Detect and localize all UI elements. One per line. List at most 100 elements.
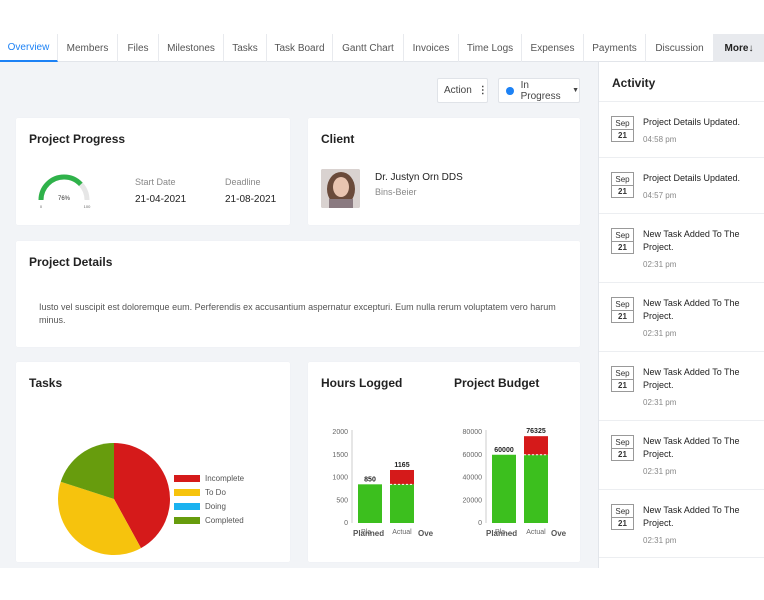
action-button[interactable]: Action ⋮ [437, 78, 488, 103]
legend-item-incomplete: Incomplete [174, 471, 244, 485]
activity-item[interactable]: Sep 21 New Task Added To The Project. 02:… [599, 282, 764, 351]
client-avatar [321, 169, 360, 208]
x-tick-label: Actual [392, 529, 412, 536]
project-tabs: Overview Members Files Milestones Tasks … [0, 34, 764, 62]
tab-time-logs[interactable]: Time Logs [459, 34, 522, 62]
legend-swatch [174, 474, 200, 482]
tab-overview[interactable]: Overview [0, 34, 58, 62]
legend-item-to-do: To Do [174, 485, 244, 499]
gauge-max-label: 100 [84, 204, 91, 209]
tasks-card: Tasks Incomplete To Do Doing Completed [16, 362, 290, 562]
y-tick-label: 40000 [463, 475, 483, 482]
calendar-date-icon: Sep 21 [611, 366, 634, 392]
activity-sidebar: Activity Sep 21 Project Details Updated. … [598, 62, 764, 568]
deadline-label: Deadline [225, 177, 261, 187]
activity-item[interactable]: Sep 21 Project Details Updated. 04:57 pm [599, 157, 764, 213]
hours-logged-chart: 2000150010005000850Pla ...1165Actual [332, 429, 414, 536]
main-content: Action ⋮ In Progress ▼ Project Progress … [0, 62, 598, 568]
client-title: Client [321, 132, 355, 146]
project-progress-title: Project Progress [29, 132, 126, 146]
hours-footer-overrun: Ove [418, 529, 434, 538]
calendar-date-icon: Sep 21 [611, 297, 634, 323]
status-dot-icon [506, 86, 514, 95]
more-vertical-icon: ⋮ [477, 84, 488, 96]
status-dropdown[interactable]: In Progress ▼ [498, 78, 580, 103]
tab-expenses[interactable]: Expenses [522, 34, 584, 62]
legend-item-completed: Completed [174, 513, 244, 527]
legend-swatch [174, 488, 200, 496]
project-budget-chart: 80000600004000020000060000Pla ...76325Ac… [463, 428, 548, 536]
caret-down-icon: ▼ [572, 87, 579, 94]
legend-swatch [174, 516, 200, 524]
status-label: In Progress [520, 79, 561, 102]
tasks-title: Tasks [29, 376, 63, 390]
activity-text: New Task Added To The Project. [643, 436, 740, 459]
budget-footer-planned: Planned [486, 529, 518, 538]
tab-payments[interactable]: Payments [584, 34, 646, 62]
activity-title: Activity [612, 76, 656, 90]
tab-more[interactable]: More↓ [714, 34, 764, 62]
legend-label: Completed [205, 515, 244, 525]
activity-item[interactable]: Sep 21 Project Details Updated. 04:58 pm [599, 101, 764, 157]
y-tick-label: 1500 [332, 452, 348, 459]
bar-planned[interactable] [492, 454, 516, 523]
activity-item[interactable]: Sep 21 New Task Added To The Project. 02:… [599, 213, 764, 282]
activity-time: 04:58 pm [643, 135, 677, 144]
x-tick-label: Actual [526, 529, 546, 536]
tab-invoices[interactable]: Invoices [404, 34, 459, 62]
bar-overrun[interactable] [524, 436, 548, 455]
budget-footer-overrun: Ove [551, 529, 567, 538]
activity-time: 02:31 pm [643, 467, 677, 476]
tab-files[interactable]: Files [118, 34, 159, 62]
legend-label: Incomplete [205, 473, 245, 483]
activity-time: 02:31 pm [643, 398, 677, 407]
action-label: Action [444, 85, 472, 96]
project-details-title: Project Details [29, 255, 113, 269]
project-budget-title: Project Budget [454, 376, 540, 390]
activity-time: 02:31 pm [643, 260, 677, 269]
deadline-value: 21-08-2021 [225, 194, 277, 205]
activity-time: 02:31 pm [643, 536, 677, 545]
bar-value-label: 850 [364, 476, 376, 483]
y-tick-label: 80000 [463, 429, 483, 436]
activity-text: Project Details Updated. [643, 173, 741, 183]
bar-overrun[interactable] [390, 469, 414, 485]
gauge-min-label: 0 [40, 204, 43, 209]
tasks-pie-chart [58, 443, 170, 555]
y-tick-label: 500 [336, 497, 348, 504]
progress-gauge: 76% 0 100 [38, 174, 91, 209]
calendar-date-icon: Sep 21 [611, 172, 634, 198]
bar-actual[interactable] [390, 484, 414, 523]
y-tick-label: 0 [344, 520, 348, 527]
hours-logged-title: Hours Logged [321, 376, 403, 390]
activity-text: Project Details Updated. [643, 117, 741, 127]
y-tick-label: 60000 [463, 452, 483, 459]
bar-planned[interactable] [358, 484, 382, 523]
tab-task-board[interactable]: Task Board [267, 34, 333, 62]
activity-time: 04:57 pm [643, 191, 677, 200]
start-date-value: 21-04-2021 [135, 194, 187, 205]
tab-members[interactable]: Members [58, 34, 118, 62]
start-date-label: Start Date [135, 177, 176, 187]
client-name[interactable]: Dr. Justyn Orn DDS [375, 172, 463, 183]
avatar-photo-icon [321, 169, 360, 208]
tab-discussion[interactable]: Discussion [646, 34, 714, 62]
tab-milestones[interactable]: Milestones [159, 34, 224, 62]
tab-gantt-chart[interactable]: Gantt Chart [333, 34, 404, 62]
y-tick-label: 2000 [332, 429, 348, 436]
activity-text: New Task Added To The Project. [643, 298, 740, 321]
bar-value-label: 76325 [526, 428, 546, 435]
activity-text: New Task Added To The Project. [643, 229, 740, 252]
activity-item[interactable]: Sep 21 New Task Added To The Project. 02:… [599, 489, 764, 558]
activity-item[interactable]: Sep 21 New Task Added To The Project. 02:… [599, 351, 764, 420]
bar-actual[interactable] [524, 454, 548, 523]
bar-value-label: 60000 [494, 447, 514, 454]
activity-item[interactable]: Sep 21 New Task Added To The Project. 02:… [599, 420, 764, 489]
activity-time: 02:31 pm [643, 329, 677, 338]
project-details-card: Project Details Iusto vel suscipit est d… [16, 241, 580, 347]
y-tick-label: 0 [478, 520, 482, 527]
tab-tasks[interactable]: Tasks [224, 34, 267, 62]
calendar-date-icon: Sep 21 [611, 504, 634, 530]
activity-text: New Task Added To The Project. [643, 505, 740, 528]
client-card: Client Dr. Justyn Orn DDS Bins-Beier [308, 118, 580, 225]
